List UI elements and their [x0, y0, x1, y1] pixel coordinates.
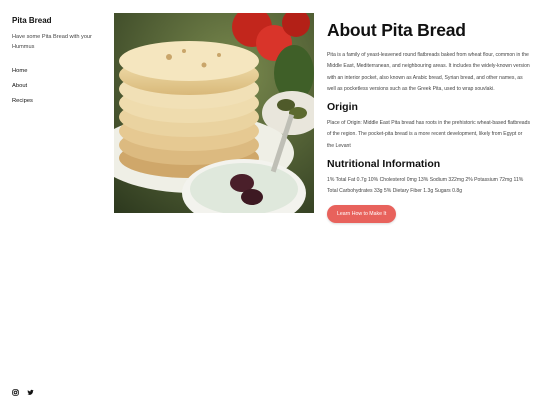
- nav-item-recipes[interactable]: Recipes: [12, 98, 102, 104]
- nutrition-paragraph: 1% Total Fat 0.7g 10% Cholesterol 0mg 13…: [327, 177, 524, 195]
- twitter-icon[interactable]: [27, 383, 34, 395]
- nav-item-home[interactable]: Home: [12, 68, 102, 74]
- hero-image: [114, 13, 314, 213]
- plate-of-pita-with-yogurt-dip-icon: [114, 13, 314, 213]
- origin-paragraph: Place of Origin: Middle East Pita bread …: [327, 120, 531, 149]
- nutrition-heading: Nutritional Information: [327, 158, 441, 171]
- site-tagline: Have some Pita Bread with your Hummus: [12, 34, 92, 50]
- main-nav: Home About Recipes: [12, 68, 102, 104]
- page-title: About Pita Bread: [327, 20, 466, 40]
- origin-heading: Origin: [327, 101, 358, 114]
- sidebar: Pita Bread Have some Pita Bread with you…: [12, 14, 102, 113]
- main-content: About Pita Bread Pita is a family of yea…: [327, 20, 530, 223]
- site-title[interactable]: Pita Bread: [12, 16, 102, 25]
- social-links: [12, 383, 34, 396]
- instagram-icon[interactable]: [12, 383, 19, 396]
- nav-item-about[interactable]: About: [12, 83, 102, 89]
- learn-how-button[interactable]: Learn How to Make It: [327, 204, 397, 223]
- intro-paragraph: Pita is a family of yeast-leavened round…: [327, 52, 530, 92]
